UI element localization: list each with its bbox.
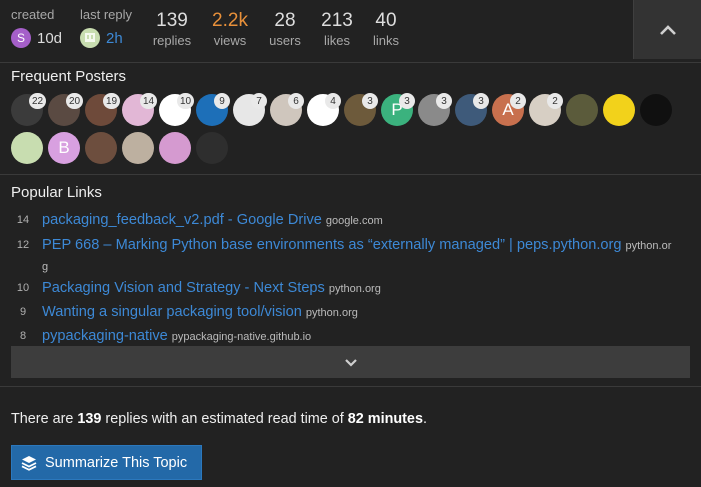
link-click-count: 10 bbox=[16, 282, 30, 294]
replies-count: 139 bbox=[156, 10, 188, 31]
post-count-badge: 3 bbox=[473, 93, 489, 109]
poster-avatar[interactable] bbox=[122, 132, 154, 164]
chevron-up-icon bbox=[660, 24, 676, 35]
post-count-badge: 9 bbox=[214, 93, 230, 109]
summary-replies: 139 bbox=[77, 411, 102, 427]
link-click-count: 14 bbox=[16, 214, 30, 226]
links-stat: 40 links bbox=[371, 10, 401, 48]
post-count-badge: 2 bbox=[510, 93, 526, 109]
link-click-count: 8 bbox=[19, 330, 27, 342]
last-reply-label: last reply bbox=[80, 7, 133, 22]
users-count: 28 bbox=[274, 10, 296, 31]
link-title[interactable]: pypackaging-native bbox=[42, 328, 168, 344]
summary-suffix: . bbox=[422, 411, 427, 427]
avatar-initial: B bbox=[58, 138, 70, 157]
likes-label: likes bbox=[323, 33, 350, 48]
summary-middle: replies with an estimated read time of bbox=[101, 411, 348, 427]
post-count-badge: 2 bbox=[547, 93, 563, 109]
link-title[interactable]: Wanting a singular packaging tool/vision bbox=[42, 304, 302, 320]
post-count-badge: 3 bbox=[362, 93, 378, 109]
created-date: 10d bbox=[37, 29, 63, 47]
poster-avatar[interactable] bbox=[196, 132, 228, 164]
poster-avatar[interactable] bbox=[159, 132, 191, 164]
section-divider bbox=[0, 174, 701, 175]
post-count-badge: 3 bbox=[436, 93, 452, 109]
links-count: 40 bbox=[375, 10, 397, 31]
post-count-badge: 10 bbox=[177, 93, 195, 109]
post-count-badge: 19 bbox=[103, 93, 121, 109]
created-block[interactable]: created S 10d bbox=[11, 7, 62, 48]
poster-avatar[interactable] bbox=[603, 94, 635, 126]
link-click-count: 9 bbox=[19, 306, 27, 318]
creator-avatar[interactable]: S bbox=[11, 28, 31, 48]
post-count-badge: 3 bbox=[399, 93, 415, 109]
layers-icon bbox=[21, 455, 37, 471]
popular-links-title: Popular Links bbox=[11, 184, 102, 201]
summary-minutes: 82 minutes bbox=[347, 411, 423, 427]
link-domain: google.com bbox=[325, 215, 383, 227]
likes-count: 213 bbox=[321, 10, 353, 31]
frequent-posters-title: Frequent Posters bbox=[11, 68, 127, 85]
last-reply-block[interactable]: last reply 2h bbox=[80, 7, 132, 48]
link-domain: pypackaging-native.github.io bbox=[171, 331, 312, 343]
link-domain: python.org bbox=[305, 307, 358, 319]
link-title[interactable]: packaging_feedback_v2.pdf - Google Drive bbox=[42, 212, 322, 228]
post-count-badge: 14 bbox=[140, 93, 158, 109]
post-count-badge: 6 bbox=[288, 93, 304, 109]
link-domain-wrap: g bbox=[42, 261, 49, 273]
users-stat: 28 users bbox=[266, 10, 304, 48]
post-count-badge: 20 bbox=[66, 93, 84, 109]
last-replier-avatar[interactable] bbox=[80, 28, 100, 48]
link-title[interactable]: PEP 668 – Marking Python base environmen… bbox=[42, 237, 622, 253]
summary-prefix: There are bbox=[11, 411, 78, 427]
last-reply-date[interactable]: 2h bbox=[106, 30, 123, 47]
replies-label: replies bbox=[152, 33, 192, 48]
views-stat: 2.2k views bbox=[210, 10, 250, 48]
summarize-button-label: Summarize This Topic bbox=[45, 454, 188, 471]
section-divider bbox=[0, 386, 701, 387]
views-label: views bbox=[213, 33, 247, 48]
created-label: created bbox=[11, 7, 55, 22]
post-count-badge: 7 bbox=[251, 93, 267, 109]
topic-map-stats: created S 10d last reply 2h 139 replies … bbox=[0, 0, 701, 63]
collapse-topic-map-button[interactable] bbox=[633, 0, 701, 59]
poster-avatar[interactable]: B bbox=[48, 132, 80, 164]
poster-avatar[interactable] bbox=[566, 94, 598, 126]
summarize-topic-button[interactable]: Summarize This Topic bbox=[11, 445, 202, 480]
replies-stat: 139 replies bbox=[151, 10, 193, 48]
views-count: 2.2k bbox=[212, 10, 248, 31]
likes-stat: 213 likes bbox=[320, 10, 354, 48]
poster-avatar[interactable] bbox=[640, 94, 672, 126]
link-domain: python.org bbox=[328, 283, 381, 295]
read-time-summary: There are 139 replies with an estimated … bbox=[11, 411, 427, 427]
show-more-links-button[interactable] bbox=[11, 346, 690, 378]
poster-avatar[interactable] bbox=[11, 132, 43, 164]
links-label: links bbox=[372, 33, 399, 48]
link-click-count: 12 bbox=[16, 239, 30, 251]
poster-avatar[interactable] bbox=[85, 132, 117, 164]
link-domain-wrap-row: g bbox=[42, 257, 48, 273]
post-count-badge: 22 bbox=[29, 93, 47, 109]
post-count-badge: 4 bbox=[325, 93, 341, 109]
link-domain: python.or bbox=[625, 240, 672, 252]
users-label: users bbox=[269, 33, 301, 48]
chevron-down-icon bbox=[344, 358, 357, 367]
link-title[interactable]: Packaging Vision and Strategy - Next Ste… bbox=[42, 280, 325, 296]
